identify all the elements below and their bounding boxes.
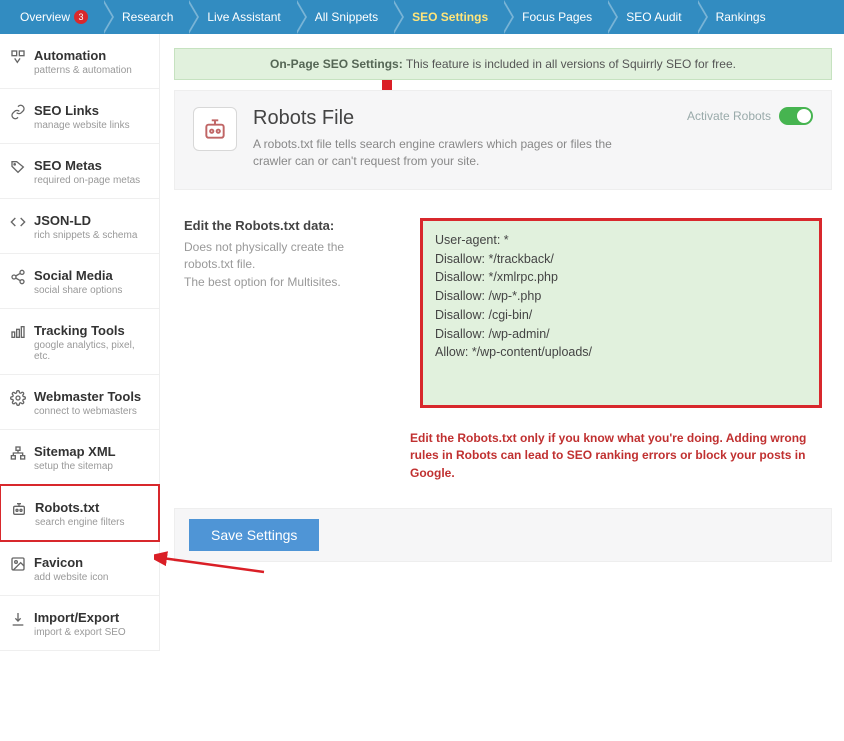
tab-focus-pages[interactable]: Focus Pages [502, 0, 606, 34]
tab-live-assistant[interactable]: Live Assistant [187, 0, 294, 34]
sidebar-title: Tracking Tools [34, 323, 149, 338]
tab-label: SEO Audit [626, 10, 681, 24]
notice-bold: On-Page SEO Settings: [270, 57, 403, 71]
sidebar-item-webmaster-tools[interactable]: Webmaster Tools connect to webmasters [0, 375, 159, 430]
overview-badge: 3 [74, 10, 88, 24]
sidebar-item-json-ld[interactable]: JSON-LD rich snippets & schema [0, 199, 159, 254]
tab-label: All Snippets [315, 10, 378, 24]
activate-section: Activate Robots [687, 107, 813, 125]
link-icon [10, 104, 26, 120]
sidebar-item-automation[interactable]: Automation patterns & automation [0, 34, 159, 89]
info-notice: On-Page SEO Settings: This feature is in… [174, 48, 832, 80]
save-bar: Save Settings [174, 508, 832, 562]
top-nav: Overview 3 Research Live Assistant All S… [0, 0, 844, 34]
tab-rankings[interactable]: Rankings [696, 0, 780, 34]
sidebar-item-social-media[interactable]: Social Media social share options [0, 254, 159, 309]
tab-label: Rankings [716, 10, 766, 24]
page-header-card: Robots File A robots.txt file tells sear… [174, 90, 832, 190]
sidebar-title: Webmaster Tools [34, 389, 141, 404]
code-icon [10, 214, 26, 230]
robot-icon [11, 501, 27, 517]
sidebar-sub: connect to webmasters [34, 406, 141, 417]
tab-all-snippets[interactable]: All Snippets [295, 0, 392, 34]
page-description: A robots.txt file tells search engine cr… [253, 136, 613, 171]
sidebar-sub: add website icon [34, 572, 109, 583]
page-title: Robots File [253, 107, 671, 130]
sidebar-sub: google analytics, pixel, etc. [34, 340, 149, 362]
chart-icon [10, 324, 26, 340]
sidebar-sub: search engine filters [35, 517, 125, 528]
editor-heading: Edit the Robots.txt data: [184, 218, 394, 233]
activate-label: Activate Robots [687, 109, 771, 123]
tag-icon [10, 159, 26, 175]
save-button[interactable]: Save Settings [189, 519, 319, 551]
robots-warning: Edit the Robots.txt only if you know wha… [410, 430, 832, 482]
sidebar-title: Social Media [34, 268, 122, 283]
tab-label: Research [122, 10, 173, 24]
sidebar-title: Sitemap XML [34, 444, 116, 459]
sidebar-title: Import/Export [34, 610, 126, 625]
sidebar-sub: patterns & automation [34, 65, 132, 76]
sidebar-item-sitemap-xml[interactable]: Sitemap XML setup the sitemap [0, 430, 159, 485]
editor-help-2: The best option for Multisites. [184, 274, 394, 291]
tab-research[interactable]: Research [102, 0, 187, 34]
editor-section: Edit the Robots.txt data: Does not physi… [174, 190, 832, 418]
robots-txt-input[interactable]: User-agent: * Disallow: */trackback/ Dis… [420, 218, 822, 408]
tools-icon [10, 390, 26, 406]
notice-text: This feature is included in all versions… [406, 57, 736, 71]
share-icon [10, 269, 26, 285]
sidebar-sub: social share options [34, 285, 122, 296]
sidebar: Automation patterns & automation SEO Link… [0, 34, 160, 651]
tab-label: SEO Settings [412, 10, 488, 24]
automation-icon [10, 49, 26, 65]
tab-overview[interactable]: Overview 3 [0, 0, 102, 34]
sidebar-sub: manage website links [34, 120, 130, 131]
robots-card-icon [193, 107, 237, 151]
sidebar-item-seo-links[interactable]: SEO Links manage website links [0, 89, 159, 144]
sidebar-sub: setup the sitemap [34, 461, 116, 472]
sidebar-item-robots-txt[interactable]: Robots.txt search engine filters [0, 484, 160, 542]
tab-label: Overview [20, 10, 70, 24]
tab-seo-audit[interactable]: SEO Audit [606, 0, 695, 34]
tab-seo-settings[interactable]: SEO Settings [392, 0, 502, 34]
sidebar-item-import-export[interactable]: Import/Export import & export SEO [0, 596, 159, 651]
sidebar-title: Favicon [34, 555, 109, 570]
image-icon [10, 556, 26, 572]
sidebar-sub: import & export SEO [34, 627, 126, 638]
sidebar-title: Robots.txt [35, 500, 125, 515]
sidebar-item-seo-metas[interactable]: SEO Metas required on-page metas [0, 144, 159, 199]
sidebar-title: Automation [34, 48, 132, 63]
import-export-icon [10, 611, 26, 627]
sidebar-title: JSON-LD [34, 213, 137, 228]
sidebar-item-tracking-tools[interactable]: Tracking Tools google analytics, pixel, e… [0, 309, 159, 375]
sidebar-sub: rich snippets & schema [34, 230, 137, 241]
sidebar-title: SEO Links [34, 103, 130, 118]
sidebar-sub: required on-page metas [34, 175, 140, 186]
sitemap-icon [10, 445, 26, 461]
main-content: On-Page SEO Settings: This feature is in… [160, 34, 844, 651]
tab-label: Live Assistant [207, 10, 280, 24]
tab-label: Focus Pages [522, 10, 592, 24]
sidebar-item-favicon[interactable]: Favicon add website icon [0, 541, 159, 596]
activate-robots-toggle[interactable] [779, 107, 813, 125]
sidebar-title: SEO Metas [34, 158, 140, 173]
editor-help-1: Does not physically create the robots.tx… [184, 239, 394, 274]
